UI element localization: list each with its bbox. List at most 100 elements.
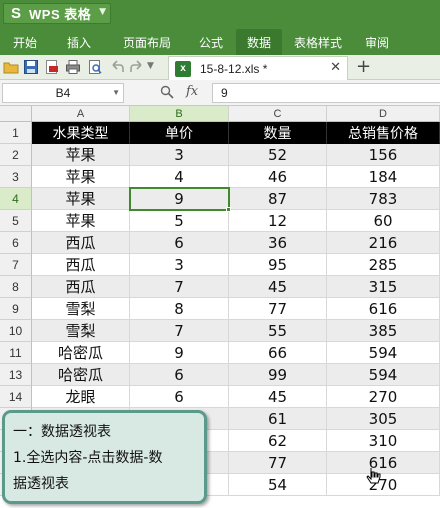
table-cell[interactable]: 西瓜 (32, 232, 130, 254)
document-tab[interactable]: x 15-8-12.xls * ✕ (168, 56, 348, 80)
row-header[interactable]: 6 (0, 232, 32, 254)
name-box[interactable]: B4 ▼ (2, 83, 124, 103)
table-cell[interactable]: 99 (229, 364, 327, 386)
table-cell[interactable]: 616 (327, 298, 440, 320)
table-cell[interactable]: 苹果 (32, 188, 130, 210)
close-icon[interactable]: ✕ (330, 60, 341, 75)
column-header-c[interactable]: C (229, 106, 327, 122)
column-header-a[interactable]: A (32, 106, 130, 122)
table-cell[interactable]: 616 (327, 452, 440, 474)
table-cell[interactable]: 7 (130, 276, 229, 298)
table-cell[interactable]: 594 (327, 364, 440, 386)
table-cell[interactable]: 12 (229, 210, 327, 232)
row-header[interactable]: 5 (0, 210, 32, 232)
row-header[interactable]: 3 (0, 166, 32, 188)
table-cell[interactable]: 7 (130, 320, 229, 342)
table-cell[interactable]: 270 (327, 386, 440, 408)
table-cell[interactable]: 783 (327, 188, 440, 210)
table-cell[interactable]: 270 (327, 474, 440, 496)
print-preview-icon[interactable] (87, 59, 103, 75)
table-cell[interactable]: 594 (327, 342, 440, 364)
app-menu-button[interactable]: S WPS 表格 ▼ (3, 3, 111, 24)
table-cell[interactable]: 9 (130, 188, 229, 210)
formula-input[interactable]: 9 (212, 83, 440, 103)
table-cell[interactable]: 385 (327, 320, 440, 342)
table-cell[interactable]: 6 (130, 364, 229, 386)
undo-icon[interactable] (109, 59, 125, 75)
table-cell[interactable]: 54 (229, 474, 327, 496)
table-cell[interactable]: 5 (130, 210, 229, 232)
more-chevron-icon[interactable]: ▼ (147, 61, 163, 77)
menu-item-1[interactable]: 插入 (50, 29, 108, 55)
table-header-cell[interactable]: 总销售价格 (327, 122, 440, 144)
table-cell[interactable]: 3 (130, 144, 229, 166)
table-cell[interactable]: 西瓜 (32, 254, 130, 276)
table-cell[interactable]: 雪梨 (32, 320, 130, 342)
row-header[interactable]: 4 (0, 188, 32, 210)
table-cell[interactable]: 哈密瓜 (32, 364, 130, 386)
menu-item-3[interactable]: 公式 (186, 29, 236, 55)
menu-item-5[interactable]: 表格样式 (282, 29, 354, 55)
row-header[interactable]: 2 (0, 144, 32, 166)
table-cell[interactable]: 苹果 (32, 144, 130, 166)
table-cell[interactable]: 156 (327, 144, 440, 166)
table-cell[interactable]: 36 (229, 232, 327, 254)
menu-item-0[interactable]: 开始 (0, 29, 50, 55)
table-cell[interactable]: 310 (327, 430, 440, 452)
table-cell[interactable]: 45 (229, 386, 327, 408)
row-header[interactable]: 9 (0, 298, 32, 320)
select-all-corner[interactable] (0, 106, 32, 122)
chevron-down-icon[interactable]: ▼ (112, 88, 120, 97)
table-cell[interactable]: 西瓜 (32, 276, 130, 298)
table-header-cell[interactable]: 单价 (130, 122, 229, 144)
row-header[interactable]: 8 (0, 276, 32, 298)
table-cell[interactable]: 8 (130, 298, 229, 320)
table-cell[interactable]: 305 (327, 408, 440, 430)
fill-handle[interactable] (226, 207, 231, 212)
table-cell[interactable]: 46 (229, 166, 327, 188)
menu-item-4[interactable]: 数据 (236, 29, 282, 55)
table-cell[interactable]: 87 (229, 188, 327, 210)
table-cell[interactable]: 77 (229, 452, 327, 474)
new-tab-button[interactable]: + (356, 56, 371, 78)
table-cell[interactable]: 苹果 (32, 210, 130, 232)
table-cell[interactable]: 6 (130, 386, 229, 408)
table-cell[interactable]: 雪梨 (32, 298, 130, 320)
menu-item-2[interactable]: 页面布局 (108, 29, 186, 55)
row-header[interactable]: 11 (0, 342, 32, 364)
search-icon[interactable] (160, 85, 174, 99)
export-pdf-icon[interactable] (44, 59, 60, 75)
table-cell[interactable]: 60 (327, 210, 440, 232)
table-cell[interactable]: 61 (229, 408, 327, 430)
table-cell[interactable]: 77 (229, 298, 327, 320)
table-cell[interactable]: 龙眼 (32, 386, 130, 408)
table-cell[interactable]: 哈密瓜 (32, 342, 130, 364)
table-cell[interactable]: 285 (327, 254, 440, 276)
redo-icon[interactable] (129, 59, 145, 75)
table-cell[interactable]: 4 (130, 166, 229, 188)
table-cell[interactable]: 55 (229, 320, 327, 342)
table-header-cell[interactable]: 水果类型 (32, 122, 130, 144)
table-cell[interactable]: 3 (130, 254, 229, 276)
table-header-cell[interactable]: 数量 (229, 122, 327, 144)
function-icon[interactable]: fx (186, 84, 198, 99)
row-header[interactable]: 7 (0, 254, 32, 276)
table-cell[interactable]: 6 (130, 232, 229, 254)
table-cell[interactable]: 9 (130, 342, 229, 364)
table-cell[interactable]: 52 (229, 144, 327, 166)
print-icon[interactable] (65, 59, 81, 75)
save-icon[interactable] (23, 59, 39, 75)
table-cell[interactable]: 苹果 (32, 166, 130, 188)
table-cell[interactable]: 315 (327, 276, 440, 298)
menu-item-6[interactable]: 审阅 (354, 29, 400, 55)
table-cell[interactable]: 184 (327, 166, 440, 188)
row-header[interactable]: 13 (0, 364, 32, 386)
table-cell[interactable]: 216 (327, 232, 440, 254)
row-header[interactable]: 14 (0, 386, 32, 408)
column-header-b[interactable]: B (130, 106, 229, 122)
table-cell[interactable]: 66 (229, 342, 327, 364)
table-cell[interactable]: 45 (229, 276, 327, 298)
row-header[interactable]: 10 (0, 320, 32, 342)
table-cell[interactable]: 62 (229, 430, 327, 452)
table-cell[interactable]: 95 (229, 254, 327, 276)
